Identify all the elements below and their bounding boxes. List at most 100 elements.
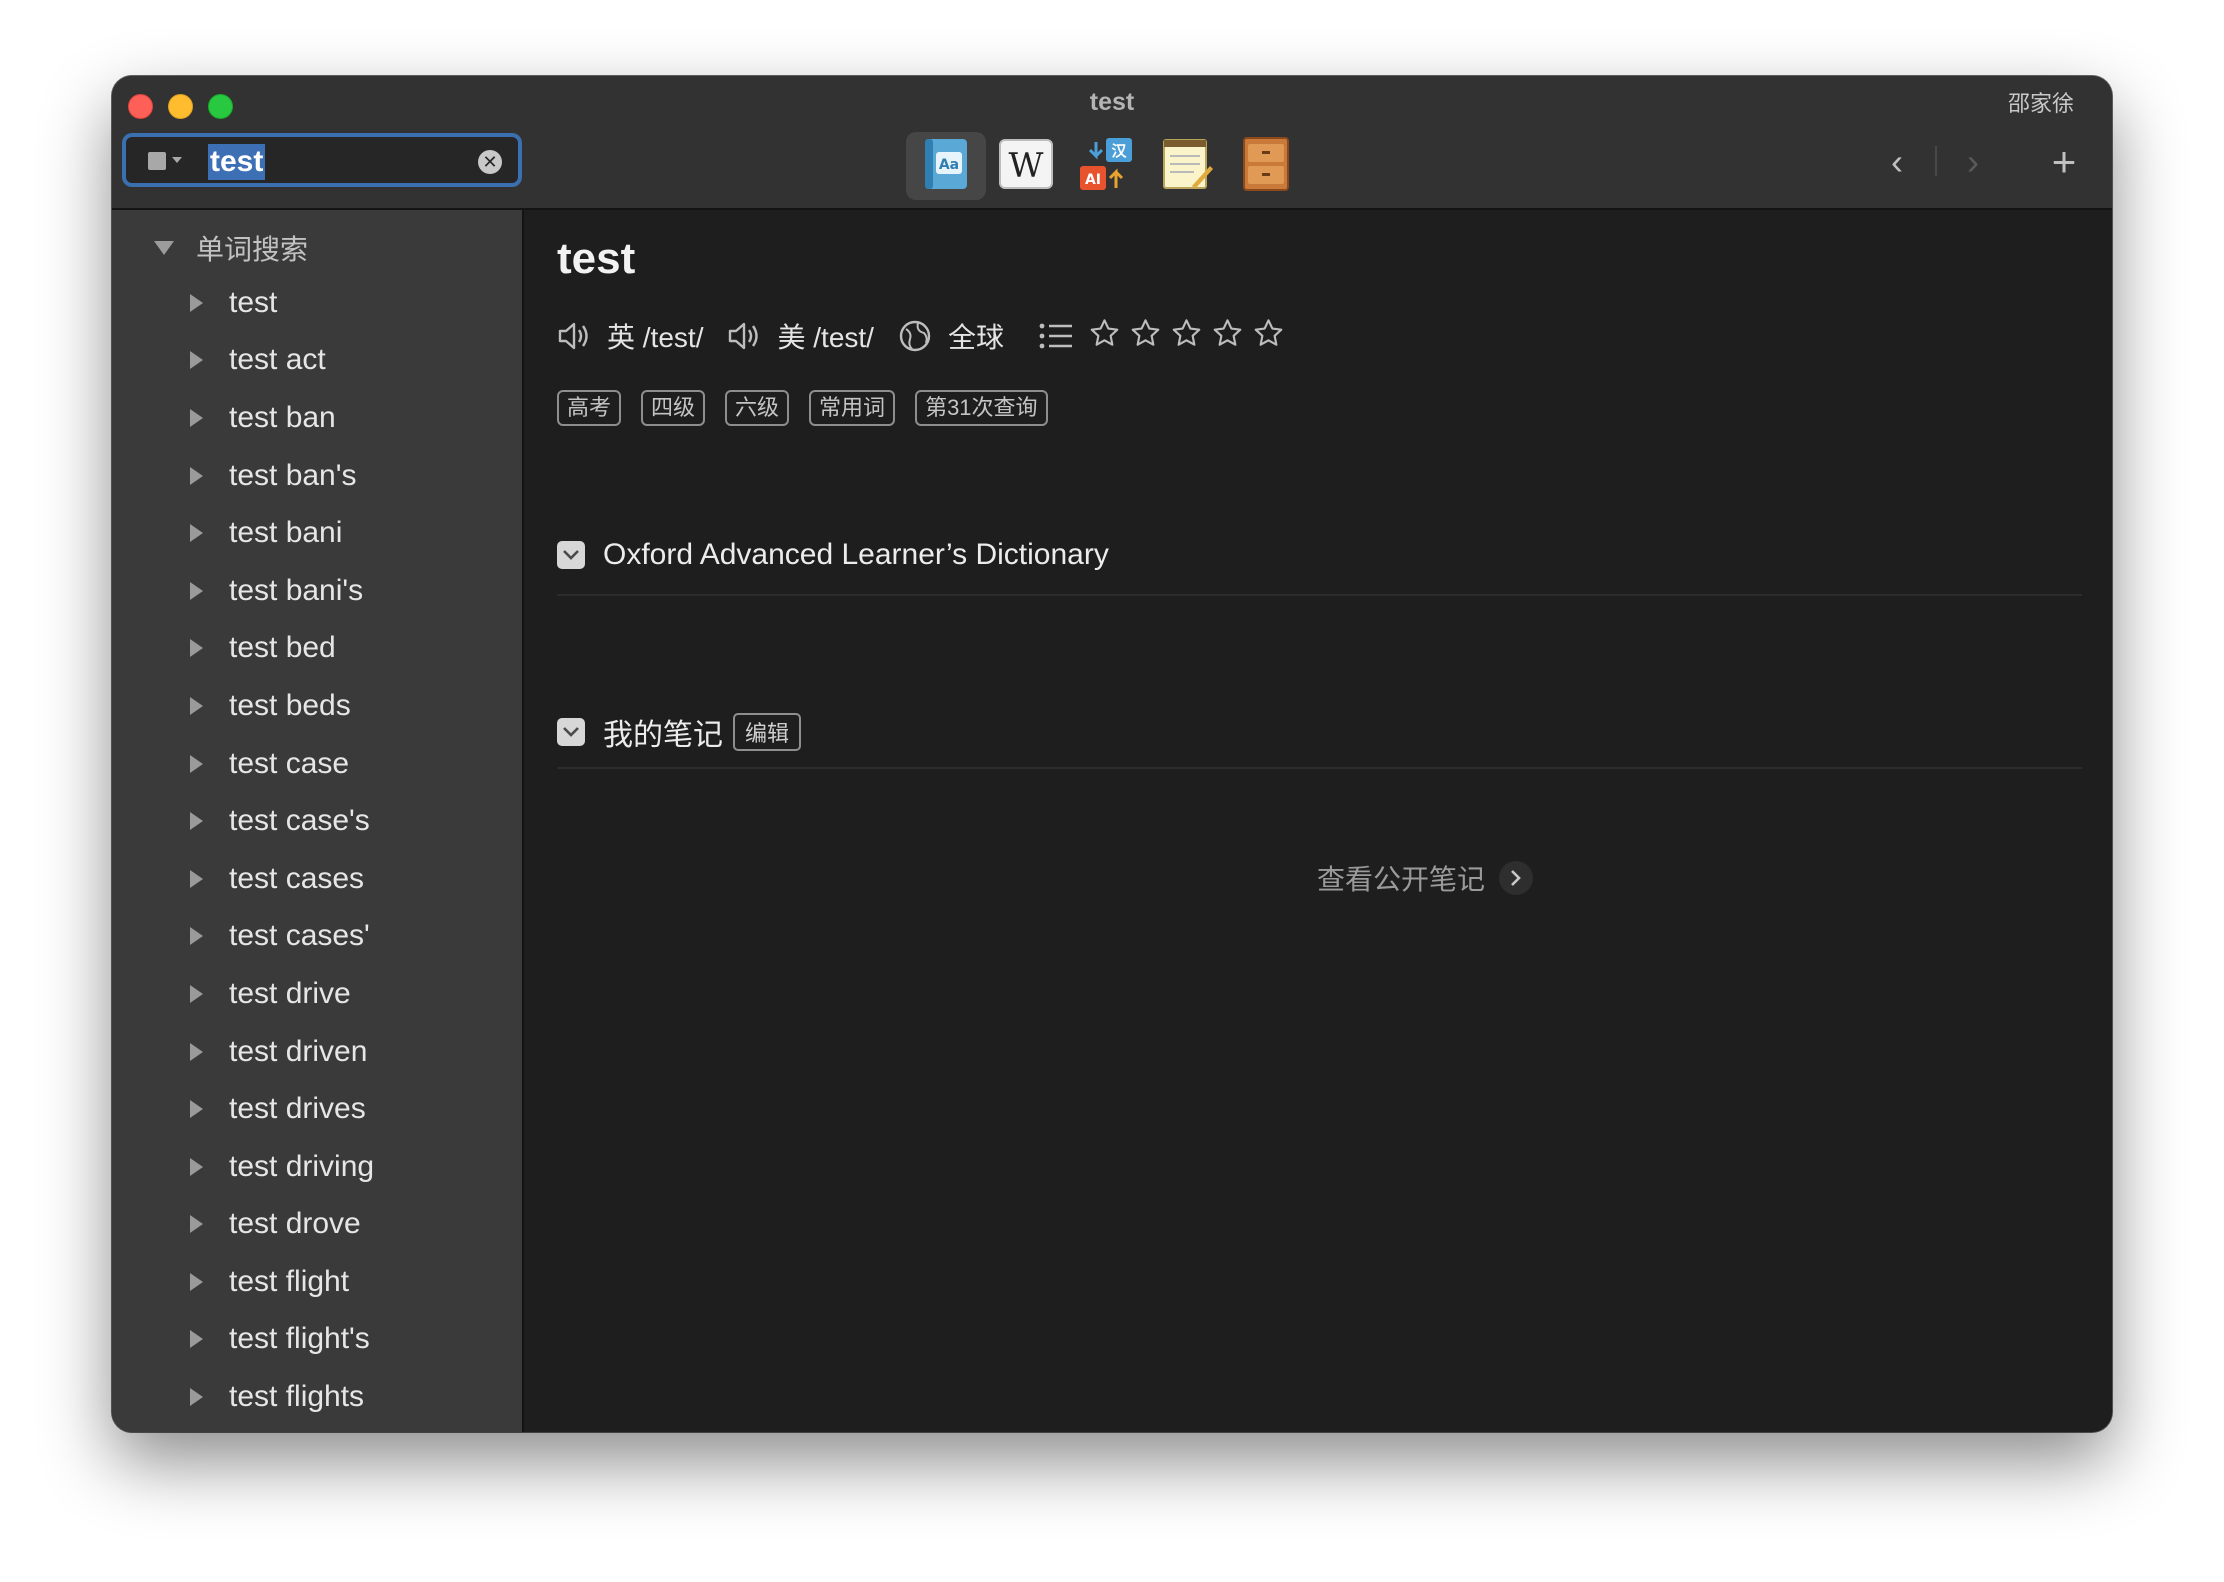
sidebar-word-item[interactable]: test driving <box>112 1138 522 1196</box>
sidebar-word-item[interactable]: test case's <box>112 792 522 850</box>
sidebar-word-item[interactable]: test act <box>112 332 522 390</box>
disclosure-right-icon[interactable] <box>190 1330 203 1349</box>
sidebar-word-label: test bani <box>229 516 343 550</box>
uk-pronunciation[interactable]: 英 /test/ <box>607 316 703 356</box>
search-field[interactable]: test ✕ <box>122 133 522 187</box>
disclosure-right-icon[interactable] <box>190 1272 203 1291</box>
sidebar-word-item[interactable]: test ban <box>112 389 522 447</box>
notepad-icon <box>1158 136 1214 197</box>
pronunciation-row: 英 /test/ 美 /test/ 全球 <box>557 316 1285 356</box>
sidebar-word-label: test bed <box>229 631 336 665</box>
sidebar-word-item[interactable]: test drove <box>112 1196 522 1254</box>
sidebar-word-item[interactable]: test bani <box>112 504 522 562</box>
sidebar-word-item[interactable]: test drive <box>112 965 522 1023</box>
wikipedia-tool-button[interactable]: W <box>986 132 1066 200</box>
sidebar-word-item[interactable]: test cases' <box>112 908 522 966</box>
star-rating <box>1088 317 1285 356</box>
sidebar-word-item[interactable]: test bani's <box>112 562 522 620</box>
search-input-value[interactable]: test <box>208 144 266 180</box>
sidebar-word-item[interactable]: test ban's <box>112 447 522 505</box>
star-icon[interactable] <box>1211 317 1244 356</box>
sidebar-word-item[interactable]: test bed <box>112 620 522 678</box>
notes-collapse-checkbox[interactable] <box>557 718 585 746</box>
disclosure-right-icon[interactable] <box>190 812 203 831</box>
sidebar-word-item[interactable]: test case <box>112 735 522 793</box>
disclosure-right-icon[interactable] <box>190 639 203 658</box>
star-icon[interactable] <box>1252 317 1285 356</box>
word-list-icon[interactable] <box>1038 321 1074 351</box>
disclosure-right-icon[interactable] <box>190 581 203 600</box>
disclosure-right-icon[interactable] <box>190 754 203 773</box>
sidebar-word-item[interactable]: test cases <box>112 850 522 908</box>
sidebar-word-item[interactable]: test flight <box>112 1253 522 1311</box>
sidebar-word-item[interactable]: test flights <box>112 1368 522 1426</box>
global-label[interactable]: 全球 <box>948 316 1004 356</box>
star-icon[interactable] <box>1129 317 1162 356</box>
section-divider <box>557 767 2082 769</box>
view-public-notes-link[interactable]: 查看公开笔记 <box>1317 858 1534 898</box>
globe-icon[interactable] <box>898 319 932 353</box>
new-tab-button[interactable]: + <box>2044 141 2084 183</box>
disclosure-right-icon[interactable] <box>190 1215 203 1234</box>
disclosure-right-icon[interactable] <box>190 1100 203 1119</box>
nav-divider <box>1935 146 1937 176</box>
sidebar-word-item[interactable]: test <box>112 274 522 332</box>
disclosure-right-icon[interactable] <box>190 1388 203 1407</box>
sidebar-word-label: test case <box>229 746 350 780</box>
sidebar-word-item[interactable]: test beds <box>112 677 522 735</box>
notepad-tool-button[interactable] <box>1146 132 1226 200</box>
back-button[interactable]: ‹ <box>1877 142 1917 182</box>
word-tag: 高考 <box>557 390 622 426</box>
sidebar-section-title: 单词搜索 <box>196 234 309 265</box>
translate-tool-button[interactable]: 汉 AI <box>1066 132 1146 200</box>
disclosure-right-icon[interactable] <box>190 1157 203 1176</box>
sidebar-word-item[interactable]: test drives <box>112 1080 522 1138</box>
disclosure-right-icon[interactable] <box>190 927 203 946</box>
chevron-right-icon[interactable] <box>1499 861 1534 895</box>
oxford-collapse-checkbox[interactable] <box>557 541 585 569</box>
disclosure-right-icon[interactable] <box>190 351 203 370</box>
headword: test <box>557 234 636 283</box>
disclosure-right-icon[interactable] <box>190 696 203 715</box>
sidebar-word-label: test cases <box>229 861 365 895</box>
speaker-icon[interactable] <box>557 320 591 352</box>
user-name[interactable]: 邵家徐 <box>2008 86 2074 118</box>
my-notes-section: 我的笔记 编辑 <box>557 710 802 754</box>
us-pronunciation[interactable]: 美 /test/ <box>777 316 873 356</box>
disclosure-right-icon[interactable] <box>190 466 203 485</box>
disclosure-right-icon[interactable] <box>190 869 203 888</box>
public-notes-label[interactable]: 查看公开笔记 <box>1317 858 1485 898</box>
chevron-down-icon[interactable] <box>172 157 182 163</box>
forward-button[interactable]: › <box>1953 142 1993 182</box>
toolbar-tools: Aa W 汉 AI <box>906 132 1306 200</box>
star-icon[interactable] <box>1170 317 1203 356</box>
disclosure-right-icon[interactable] <box>190 524 203 543</box>
sidebar-section-word-search[interactable]: 单词搜索 <box>154 228 308 268</box>
cabinet-tool-button[interactable] <box>1226 132 1306 200</box>
disclosure-down-icon[interactable] <box>154 241 174 255</box>
word-tag: 第31次查询 <box>915 390 1048 426</box>
sidebar-word-label: test <box>229 285 278 319</box>
dictionary-tool-button[interactable]: Aa <box>906 132 986 200</box>
sidebar-word-item[interactable]: test flight's <box>112 1311 522 1369</box>
disclosure-right-icon[interactable] <box>190 408 203 427</box>
edit-notes-button[interactable]: 编辑 <box>733 713 802 751</box>
entry-panel: test 英 /test/ 美 /test/ 全球 高考 四级 六级 常用词 第31次查… <box>524 210 2112 1432</box>
sidebar-word-label: test act <box>229 343 326 377</box>
search-mode-icon[interactable] <box>148 152 166 170</box>
speaker-icon[interactable] <box>727 320 761 352</box>
wikipedia-icon: W <box>998 136 1054 197</box>
sidebar-word-label: test bani's <box>229 573 364 607</box>
sidebar-word-item[interactable]: test driven <box>112 1023 522 1081</box>
sidebar-word-label: test driven <box>229 1034 368 1068</box>
window-title: test <box>1089 88 1135 116</box>
disclosure-right-icon[interactable] <box>190 1042 203 1061</box>
sidebar-word-label: test flight <box>229 1264 350 1298</box>
star-icon[interactable] <box>1088 317 1121 356</box>
disclosure-right-icon[interactable] <box>190 984 203 1003</box>
sidebar-word-label: test driving <box>229 1149 375 1183</box>
word-list: test test act test ban test ban's test bani t… <box>112 274 522 1426</box>
disclosure-right-icon[interactable] <box>190 293 203 312</box>
clear-search-icon[interactable]: ✕ <box>478 150 502 174</box>
word-tag: 六级 <box>725 390 790 426</box>
